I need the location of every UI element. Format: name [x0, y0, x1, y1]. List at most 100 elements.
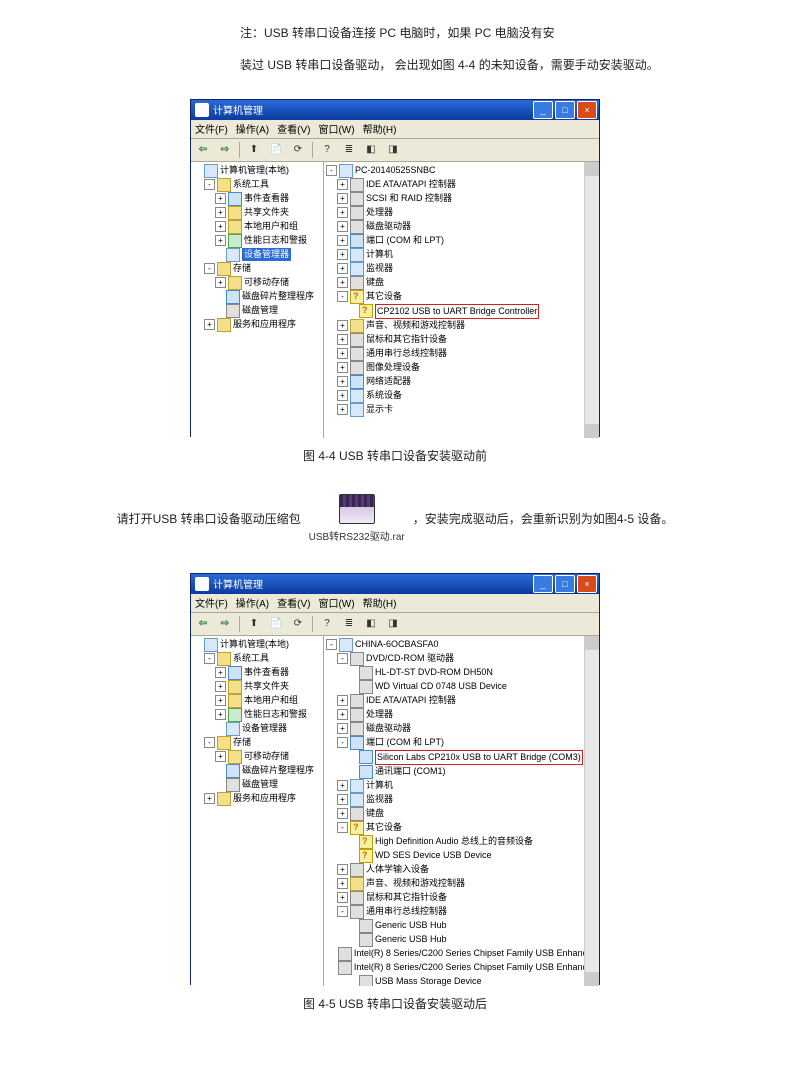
tree-item[interactable]: +事件查看器 [193, 666, 321, 680]
menu-action[interactable]: 操作(A) [236, 121, 269, 136]
tree-item[interactable]: Intel(R) 8 Series/C200 Series Chipset Fa… [326, 961, 597, 975]
expand-icon[interactable]: + [215, 221, 226, 232]
tree-item[interactable]: +磁盘驱动器 [326, 220, 597, 234]
tree-item[interactable]: 磁盘管理 [193, 778, 321, 792]
tree-item[interactable]: +通用串行总线控制器 [326, 347, 597, 361]
menubar[interactable]: 文件(F) 操作(A) 查看(V) 窗口(W) 帮助(H) [191, 120, 599, 139]
expand-icon[interactable]: - [204, 737, 215, 748]
tree-item[interactable]: +IDE ATA/ATAPI 控制器 [326, 178, 597, 192]
tree-item[interactable]: CP2102 USB to UART Bridge Controller [326, 304, 597, 319]
expand-icon[interactable]: - [204, 653, 215, 664]
tree-item[interactable]: +声音、视频和游戏控制器 [326, 877, 597, 891]
right-tree[interactable]: -CHINA-6OCBASFA0-DVD/CD-ROM 驱动器HL-DT-ST … [324, 636, 599, 986]
expand-icon[interactable]: + [337, 179, 348, 190]
menu-file[interactable]: 文件(F) [195, 121, 228, 136]
refresh-button[interactable]: ⟳ [288, 140, 308, 160]
close-button[interactable]: × [577, 101, 597, 119]
expand-icon[interactable]: + [215, 709, 226, 720]
expand-icon[interactable]: - [337, 906, 348, 917]
minimize-button[interactable]: _ [533, 575, 553, 593]
expand-icon[interactable]: - [204, 263, 215, 274]
expand-icon[interactable]: + [337, 376, 348, 387]
tree-item[interactable]: +鼠标和其它指针设备 [326, 333, 597, 347]
list-button[interactable]: ≣ [339, 140, 359, 160]
tree-item[interactable]: +可移动存储 [193, 276, 321, 290]
expand-icon[interactable]: + [337, 723, 348, 734]
expand-icon[interactable]: + [215, 751, 226, 762]
help-button[interactable]: ? [317, 614, 337, 634]
tree-item[interactable]: 磁盘碎片整理程序 [193, 290, 321, 304]
tree-item[interactable]: +计算机 [326, 248, 597, 262]
tree-item[interactable]: +性能日志和警报 [193, 708, 321, 722]
tree-item[interactable]: -其它设备 [326, 290, 597, 304]
props-button[interactable]: 📄 [266, 614, 286, 634]
fwd-button[interactable]: ⇨ [215, 140, 235, 160]
tree-item[interactable]: 磁盘管理 [193, 304, 321, 318]
tree-item[interactable]: 计算机管理(本地) [193, 164, 321, 178]
menu-help[interactable]: 帮助(H) [363, 595, 397, 610]
tree-item[interactable]: -系统工具 [193, 652, 321, 666]
expand-icon[interactable]: + [337, 780, 348, 791]
list2-button[interactable]: ◧ [361, 140, 381, 160]
expand-icon[interactable]: + [215, 277, 226, 288]
menu-window[interactable]: 窗口(W) [318, 121, 354, 136]
expand-icon[interactable]: + [337, 892, 348, 903]
tree-item[interactable]: +端口 (COM 和 LPT) [326, 234, 597, 248]
tree-item[interactable]: +计算机 [326, 779, 597, 793]
tree-item[interactable]: +键盘 [326, 807, 597, 821]
expand-icon[interactable]: + [337, 193, 348, 204]
tree-item[interactable]: -端口 (COM 和 LPT) [326, 736, 597, 750]
tree-item[interactable]: +显示卡 [326, 403, 597, 417]
expand-icon[interactable]: + [204, 319, 215, 330]
expand-icon[interactable]: - [326, 165, 337, 176]
expand-icon[interactable]: + [337, 404, 348, 415]
tree-item[interactable]: USB Mass Storage Device [326, 975, 597, 986]
expand-icon[interactable]: + [337, 334, 348, 345]
help-button[interactable]: ? [317, 140, 337, 160]
expand-icon[interactable]: + [337, 709, 348, 720]
expand-icon[interactable]: - [204, 179, 215, 190]
refresh-button[interactable]: ⟳ [288, 614, 308, 634]
tree-item[interactable]: HL-DT-ST DVD-ROM DH50N [326, 666, 597, 680]
expand-icon[interactable]: + [337, 362, 348, 373]
fwd-button[interactable]: ⇨ [215, 614, 235, 634]
close-button[interactable]: × [577, 575, 597, 593]
tree-item[interactable]: +声音、视频和游戏控制器 [326, 319, 597, 333]
tree-item[interactable]: +性能日志和警报 [193, 234, 321, 248]
tree-item[interactable]: +服务和应用程序 [193, 318, 321, 332]
tree-item[interactable]: +鼠标和其它指针设备 [326, 891, 597, 905]
titlebar[interactable]: 计算机管理 _ □ × [191, 100, 599, 120]
list-button[interactable]: ≣ [339, 614, 359, 634]
tree-item[interactable]: -其它设备 [326, 821, 597, 835]
menu-file[interactable]: 文件(F) [195, 595, 228, 610]
tree-item[interactable]: 设备管理器 [193, 248, 321, 262]
expand-icon[interactable]: + [215, 667, 226, 678]
tree-item[interactable]: +监视器 [326, 793, 597, 807]
menu-view[interactable]: 查看(V) [277, 595, 310, 610]
tree-item[interactable]: +共享文件夹 [193, 206, 321, 220]
up-button[interactable]: ⬆ [244, 140, 264, 160]
expand-icon[interactable]: + [337, 263, 348, 274]
expand-icon[interactable]: + [337, 390, 348, 401]
tree-item[interactable]: -DVD/CD-ROM 驱动器 [326, 652, 597, 666]
tree-item[interactable]: 通讯端口 (COM1) [326, 765, 597, 779]
list2-button[interactable]: ◧ [361, 614, 381, 634]
list3-button[interactable]: ◨ [383, 614, 403, 634]
expand-icon[interactable]: + [215, 193, 226, 204]
back-button[interactable]: ⇦ [193, 614, 213, 634]
tree-item[interactable]: +本地用户和组 [193, 220, 321, 234]
left-tree[interactable]: 计算机管理(本地)-系统工具+事件查看器+共享文件夹+本地用户和组+性能日志和警… [191, 636, 324, 986]
tree-item[interactable]: 计算机管理(本地) [193, 638, 321, 652]
tree-item[interactable]: Generic USB Hub [326, 919, 597, 933]
tree-item[interactable]: -系统工具 [193, 178, 321, 192]
tree-item[interactable]: -存储 [193, 262, 321, 276]
tree-item[interactable]: +处理器 [326, 206, 597, 220]
expand-icon[interactable]: + [337, 320, 348, 331]
tree-item[interactable]: +键盘 [326, 276, 597, 290]
expand-icon[interactable]: + [215, 235, 226, 246]
scrollbar[interactable] [584, 636, 599, 986]
tree-item[interactable]: -CHINA-6OCBASFA0 [326, 638, 597, 652]
menu-view[interactable]: 查看(V) [277, 121, 310, 136]
expand-icon[interactable]: + [337, 277, 348, 288]
tree-item[interactable]: Silicon Labs CP210x USB to UART Bridge (… [326, 750, 597, 765]
